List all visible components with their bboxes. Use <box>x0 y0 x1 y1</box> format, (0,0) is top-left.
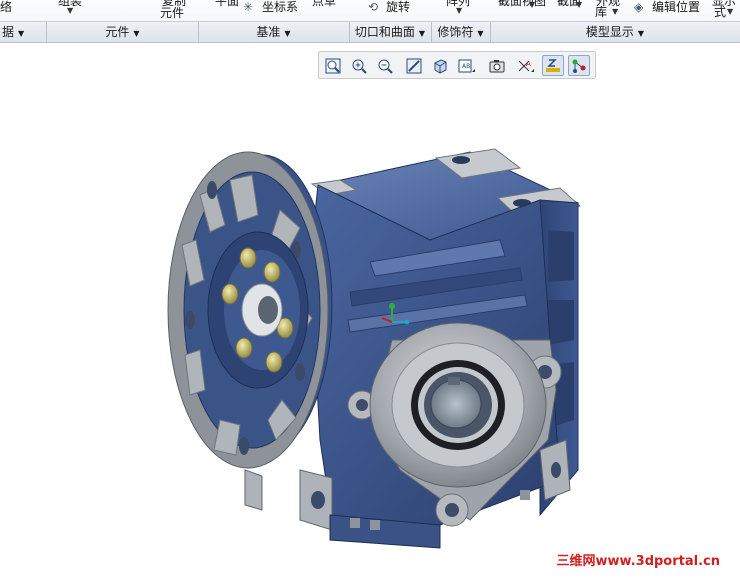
zoom-to-fit-button[interactable] <box>322 55 344 76</box>
zoom-out-button[interactable] <box>374 55 396 76</box>
datum-display-icon: A <box>518 60 534 72</box>
group-label: 基准 <box>256 25 281 39</box>
group-component[interactable]: 元件 ▼ <box>47 22 199 42</box>
chevron-down-icon: ▼ <box>418 29 426 38</box>
view-manager-icon <box>489 60 505 73</box>
zoom-in-button[interactable] <box>348 55 370 76</box>
display-style-icon <box>434 59 447 74</box>
ribbon-cmd-edit-position[interactable]: 编辑位置 <box>652 0 700 14</box>
ribbon-cmd-section-view[interactable]: 截面视图 <box>498 0 546 8</box>
annotation-display-button[interactable] <box>542 55 564 76</box>
svg-text:A: A <box>526 60 531 68</box>
ribbon-cmd-partial-0[interactable]: 络 <box>0 0 12 14</box>
graphics-toolbar: AB A <box>318 51 596 79</box>
group-label: 切口和曲面 <box>354 25 415 39</box>
chevron-down-icon: ▼ <box>477 29 484 38</box>
group-data[interactable]: 据 ▼ <box>0 22 47 42</box>
chevron-down-icon[interactable]: ▼ <box>612 7 618 17</box>
input-flange[interactable] <box>167 151 333 469</box>
zoom-to-fit-icon <box>325 58 341 74</box>
spin-center-icon <box>572 59 586 73</box>
chevron-down-icon[interactable]: ▼ <box>67 6 73 16</box>
ribbon-cmd-library[interactable]: 库 <box>595 5 607 19</box>
group-modifiers[interactable]: 修饰符 ▼ <box>431 22 491 42</box>
spin-center-button[interactable] <box>568 55 590 76</box>
revolve-icon[interactable]: ⟲ <box>368 0 378 14</box>
datum-display-button[interactable]: A <box>514 55 536 76</box>
saved-orientations-button[interactable]: AB <box>455 55 477 76</box>
group-label: 模型显示 <box>585 25 634 39</box>
chevron-down-icon: ▼ <box>18 29 25 38</box>
group-label: 据 <box>2 25 15 39</box>
view-manager-button[interactable] <box>486 55 508 76</box>
ribbon: 络 组装 ▼ 复制 元件 平面 ✳ 坐标系 点草 ⟲ 旋转 阵列 ▼ 截面视图 … <box>0 0 740 43</box>
repaint-icon <box>406 58 422 74</box>
ribbon-cmd-revolve[interactable]: 旋转 <box>386 0 410 14</box>
chevron-down-icon: ▼ <box>133 29 140 38</box>
ribbon-group-bar: 据 ▼ 元件 ▼ 基准 ▼ 切口和曲面 ▼ 修饰符 ▼ 模型显示 ▼ <box>0 21 740 42</box>
repaint-button[interactable] <box>403 55 425 76</box>
ribbon-cmd-plane[interactable]: 平面 <box>215 0 239 8</box>
group-cut-surface[interactable]: 切口和曲面 ▼ <box>349 22 432 42</box>
graphics-window[interactable]: 三维网www.3dportal.cn <box>0 43 740 577</box>
chevron-down-icon: ▼ <box>637 29 645 38</box>
ribbon-cmd-point[interactable]: 点草 <box>312 0 336 8</box>
chevron-down-icon[interactable]: ▼ <box>529 0 535 10</box>
chevron-down-icon[interactable]: ▼ <box>456 6 462 16</box>
coordinate-system-icon[interactable]: ✳ <box>243 0 253 14</box>
watermark: 三维网www.3dportal.cn <box>556 554 720 569</box>
group-label: 元件 <box>105 25 130 39</box>
chevron-down-icon[interactable]: ▼ <box>727 7 733 17</box>
svg-text:AB: AB <box>462 63 470 70</box>
group-datum[interactable]: 基准 ▼ <box>198 22 350 42</box>
display-style-button[interactable] <box>429 55 451 76</box>
edit-position-icon[interactable]: ◈ <box>634 0 643 14</box>
group-label: 修饰符 <box>437 25 474 39</box>
model-render[interactable] <box>0 43 740 577</box>
ribbon-cmd-component[interactable]: 元件 <box>160 6 184 20</box>
saved-views-icon: AB <box>458 59 475 73</box>
annotation-display-icon <box>546 59 560 72</box>
group-model-display[interactable]: 模型显示 ▼ <box>490 22 740 42</box>
chevron-down-icon: ▼ <box>284 29 291 38</box>
zoom-out-icon <box>378 59 393 74</box>
ribbon-cmd-coordsys[interactable]: 坐标系 <box>262 0 298 14</box>
zoom-in-icon <box>352 59 367 74</box>
ribbon-cmd-style[interactable]: 式 <box>714 5 726 19</box>
chevron-down-icon[interactable]: ▼ <box>576 0 582 10</box>
